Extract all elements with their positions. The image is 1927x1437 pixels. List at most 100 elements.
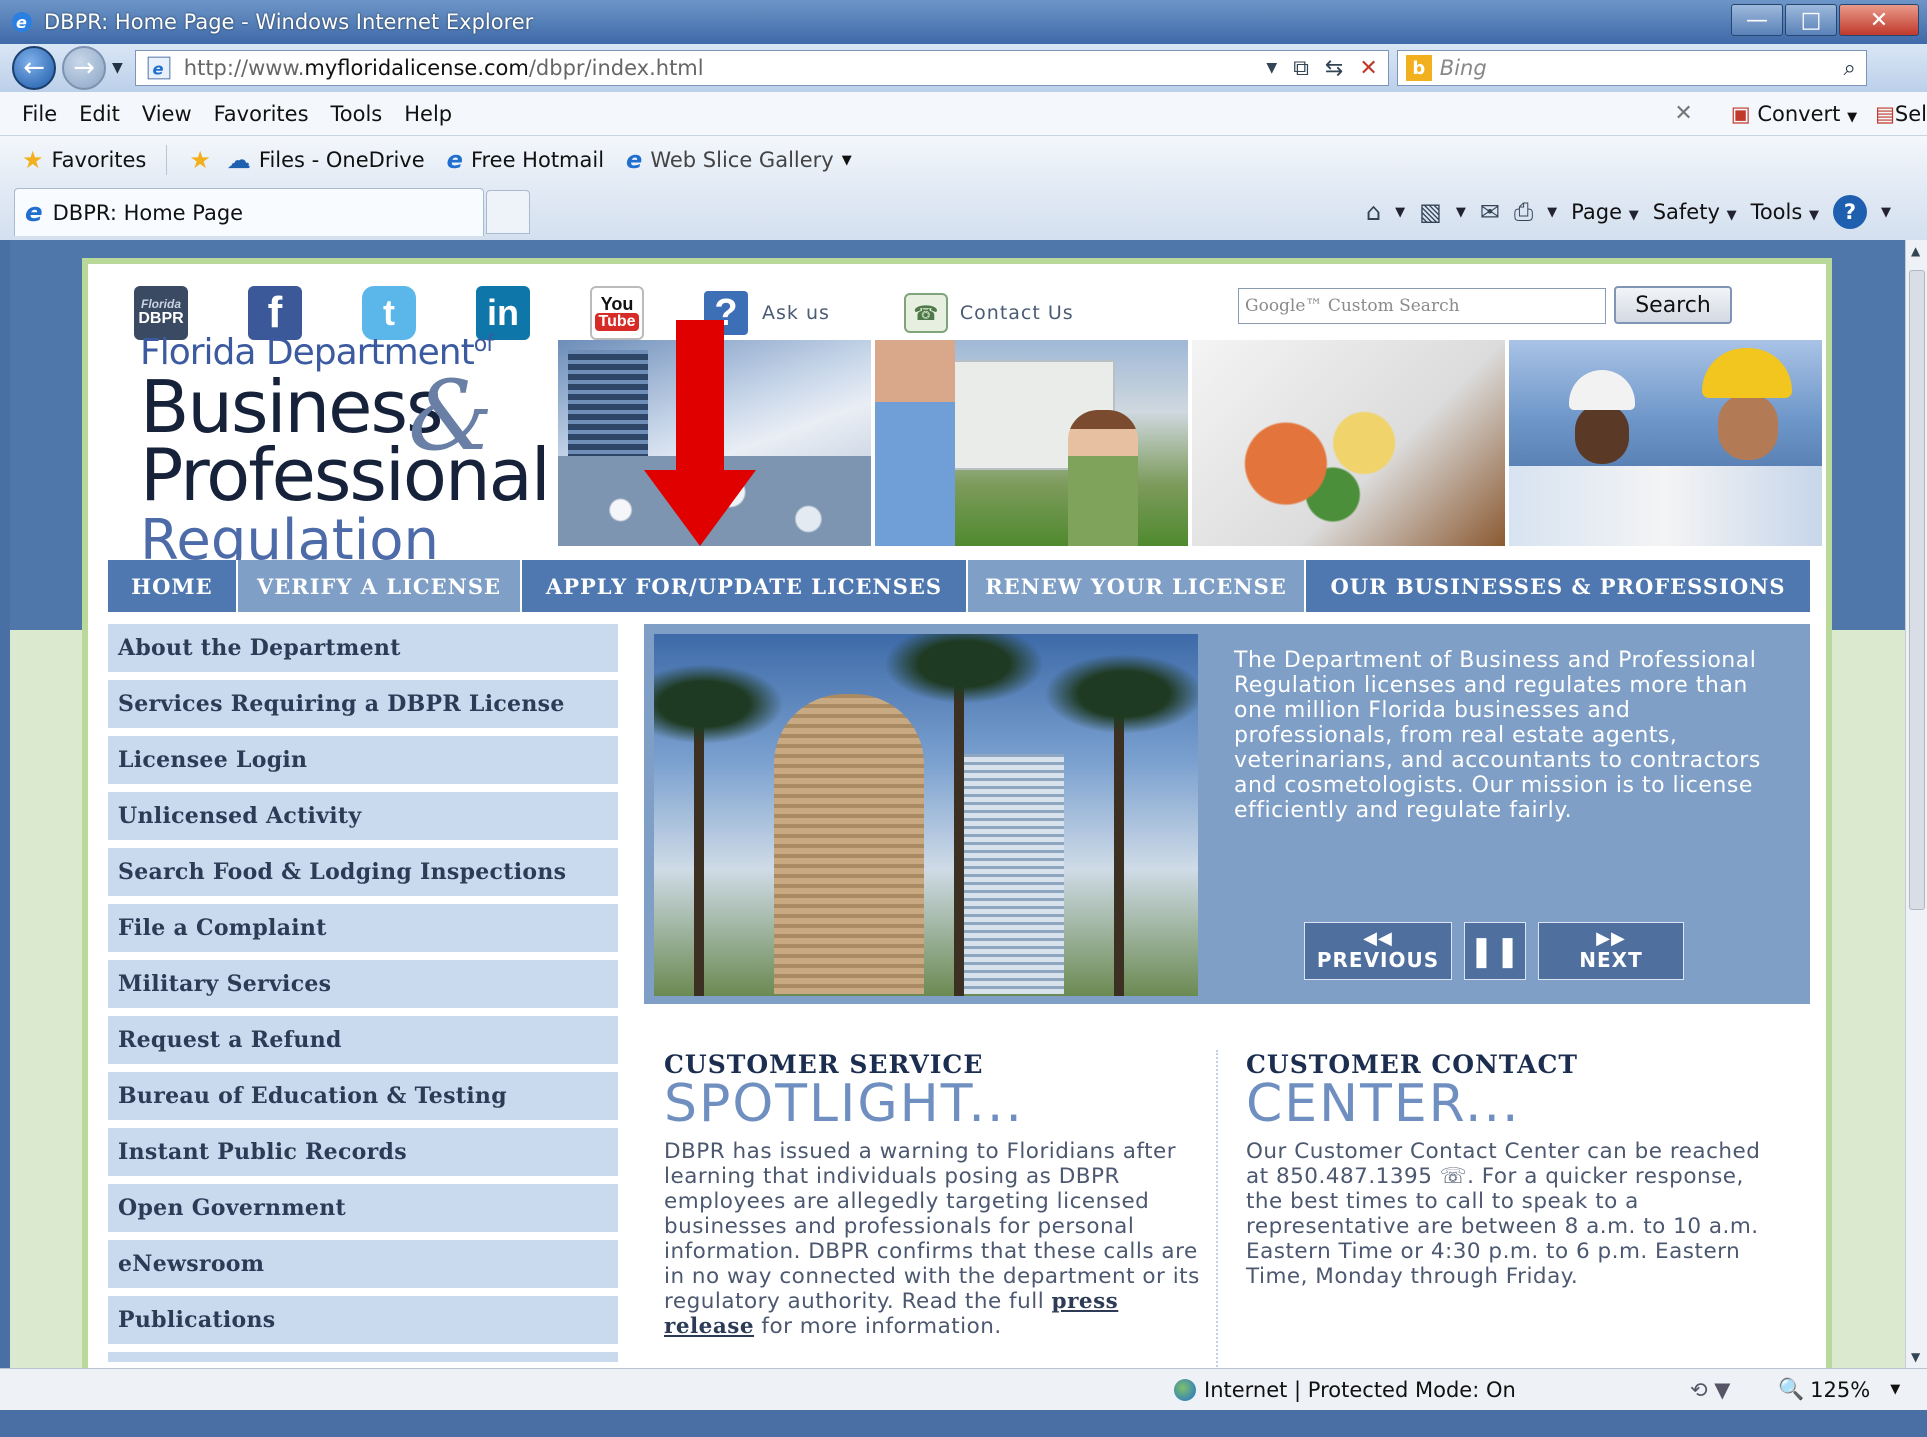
star-icon: ★ bbox=[22, 146, 44, 174]
safety-menu[interactable]: Safety ▼ bbox=[1653, 200, 1737, 224]
next-button[interactable]: ▶▶ NEXT bbox=[1538, 922, 1684, 980]
favorite-hotmail[interactable]: e Free Hotmail bbox=[447, 146, 604, 174]
vertical-scrollbar[interactable]: ▲ ▼ bbox=[1905, 240, 1927, 1368]
security-zone[interactable]: Internet | Protected Mode: On bbox=[1174, 1378, 1516, 1402]
menu-item-partial[interactable] bbox=[108, 1352, 618, 1362]
previous-button[interactable]: ◀◀ PREVIOUS bbox=[1304, 922, 1452, 980]
menu-licensee-login[interactable]: Licensee Login bbox=[108, 736, 618, 784]
url-domain: myfloridalicense.com bbox=[304, 56, 529, 80]
back-button[interactable]: ← bbox=[12, 46, 56, 90]
menu-enewsroom[interactable]: eNewsroom bbox=[108, 1240, 618, 1288]
favorite-onedrive[interactable]: ☁ Files - OneDrive bbox=[227, 146, 425, 174]
menu-instant-public-records[interactable]: Instant Public Records bbox=[108, 1128, 618, 1176]
nav-renew-license[interactable]: RENEW YOUR LICENSE bbox=[968, 560, 1306, 612]
nav-home[interactable]: HOME bbox=[108, 560, 238, 612]
close-toolbar-icon[interactable]: ✕ bbox=[1674, 101, 1692, 126]
menu-help[interactable]: Help bbox=[404, 102, 452, 126]
mail-icon[interactable]: ✉ bbox=[1480, 198, 1500, 226]
menu-food-lodging-inspections[interactable]: Search Food & Lodging Inspections bbox=[108, 848, 618, 896]
dbpr-logo[interactable]: Florida Departmentof Business Profession… bbox=[140, 332, 551, 573]
menu-file-complaint[interactable]: File a Complaint bbox=[108, 904, 618, 952]
address-input[interactable]: e http://www. myfloridalicense.com/dbpr/i… bbox=[134, 50, 1389, 86]
site-search-input[interactable]: Google™ Custom Search bbox=[1238, 288, 1606, 324]
menu-favorites[interactable]: Favorites bbox=[214, 102, 309, 126]
page-icon: e bbox=[147, 56, 171, 80]
feeds-icon[interactable]: ▧ bbox=[1419, 198, 1442, 226]
photo-food-plate bbox=[1192, 340, 1505, 546]
page-menu[interactable]: Page ▼ bbox=[1571, 200, 1639, 224]
scroll-down-icon[interactable]: ▼ bbox=[1911, 1350, 1920, 1364]
nav-verify-license[interactable]: VERIFY A LICENSE bbox=[238, 560, 522, 612]
globe-icon bbox=[1174, 1378, 1196, 1401]
scroll-thumb[interactable] bbox=[1909, 270, 1925, 910]
spotlight-subheading: SPOTLIGHT... bbox=[664, 1074, 1024, 1134]
maximize-button[interactable]: □ bbox=[1785, 4, 1837, 36]
favorites-button[interactable]: ★ Favorites bbox=[22, 146, 146, 174]
status-bar: Internet | Protected Mode: On ⟲ ▼ 🔍 125% ▼ bbox=[0, 1368, 1927, 1410]
menu-unlicensed-activity[interactable]: Unlicensed Activity bbox=[108, 792, 618, 840]
url-prefix: http://www. bbox=[183, 56, 305, 80]
menu-request-refund[interactable]: Request a Refund bbox=[108, 1016, 618, 1064]
refresh-icon[interactable]: ⇆ bbox=[1325, 56, 1343, 81]
pdf-icon: ▤ bbox=[1875, 101, 1895, 126]
forward-button[interactable]: → bbox=[62, 46, 106, 90]
favorite-web-slice[interactable]: e Web Slice Gallery ▼ bbox=[626, 146, 852, 174]
fast-forward-icon: ▶▶ bbox=[1596, 928, 1626, 949]
convert-button[interactable]: ▣ Convert ▼ bbox=[1731, 102, 1857, 126]
rewind-icon: ◀◀ bbox=[1363, 928, 1393, 949]
close-window-button[interactable]: ✕ bbox=[1839, 4, 1919, 36]
minimize-button[interactable]: — bbox=[1731, 4, 1783, 36]
scroll-up-icon[interactable]: ▲ bbox=[1911, 244, 1920, 258]
ie-logo-icon: e bbox=[12, 12, 32, 32]
tab-dbpr-home[interactable]: e DBPR: Home Page bbox=[14, 188, 484, 236]
print-icon[interactable]: ⎙ bbox=[1514, 198, 1533, 226]
menu-bar: File Edit View Favorites Tools Help ✕ ▣ … bbox=[0, 92, 1927, 136]
menu-publications[interactable]: Publications bbox=[108, 1296, 618, 1344]
add-favorites-icon[interactable]: ★ bbox=[189, 146, 219, 174]
ie-icon: e bbox=[25, 197, 43, 228]
bing-logo-icon: b bbox=[1405, 55, 1432, 81]
nav-businesses-professions[interactable]: OUR BUSINESSES & PROFESSIONS bbox=[1306, 560, 1810, 612]
new-tab-button[interactable] bbox=[486, 190, 530, 234]
nav-apply-update-licenses[interactable]: APPLY FOR/UPDATE LICENSES bbox=[522, 560, 968, 612]
window-titlebar: e DBPR: Home Page - Windows Internet Exp… bbox=[0, 0, 1927, 44]
menu-edit[interactable]: Edit bbox=[79, 102, 120, 126]
home-icon[interactable]: ⌂ bbox=[1366, 198, 1381, 226]
menu-file[interactable]: File bbox=[22, 102, 57, 126]
stop-icon[interactable]: ✕ bbox=[1359, 56, 1377, 81]
menu-military-services[interactable]: Military Services bbox=[108, 960, 618, 1008]
contact-us-link[interactable]: Contact Us bbox=[960, 302, 1074, 324]
zoom-control[interactable]: 🔍 125% ▼ bbox=[1778, 1377, 1900, 1402]
compatibility-view-icon[interactable]: ⧉ bbox=[1293, 56, 1309, 81]
menu-open-government[interactable]: Open Government bbox=[108, 1184, 618, 1232]
select-button[interactable]: ▤Sel bbox=[1875, 102, 1927, 126]
menu-view[interactable]: View bbox=[142, 102, 192, 126]
left-menu: About the Department Services Requiring … bbox=[108, 624, 618, 1368]
help-icon[interactable]: ? bbox=[1833, 195, 1867, 229]
tab-bar: e DBPR: Home Page ⌂ ▼ ▧ ▼ ✉ ⎙ ▼ Page ▼ Safet… bbox=[0, 184, 1927, 240]
feature-description: The Department of Business and Professio… bbox=[1234, 648, 1761, 823]
history-dropdown-icon[interactable]: ▼ bbox=[112, 60, 123, 76]
search-icon[interactable]: ⌕ bbox=[1843, 56, 1855, 81]
pause-button[interactable]: ❚❚ bbox=[1464, 922, 1526, 980]
ask-us-link[interactable]: Ask us bbox=[762, 302, 830, 324]
contact-body: Our Customer Contact Center can be reach… bbox=[1246, 1139, 1761, 1289]
web-viewport: Florida DBPR f t in You Tube ? Ask us ☎ Co… bbox=[10, 240, 1905, 1368]
site-search-button[interactable]: Search bbox=[1614, 286, 1732, 324]
ampersand-mark: & bbox=[408, 360, 494, 472]
menu-services-requiring-license[interactable]: Services Requiring a DBPR License bbox=[108, 680, 618, 728]
photo-house-handshake bbox=[875, 340, 1188, 546]
address-dropdown-icon[interactable]: ▼ bbox=[1266, 60, 1277, 76]
customer-contact-center: CUSTOMER CONTACT CENTER... Our Customer … bbox=[1246, 1050, 1786, 1289]
menu-about-department[interactable]: About the Department bbox=[108, 624, 618, 672]
tools-menu[interactable]: Tools ▼ bbox=[1751, 200, 1819, 224]
menu-bureau-education-testing[interactable]: Bureau of Education & Testing bbox=[108, 1072, 618, 1120]
phone-icon[interactable]: ☎ bbox=[903, 293, 948, 333]
youtube-icon[interactable]: You Tube bbox=[590, 286, 644, 340]
favorites-bar: ★ Favorites ★ ☁ Files - OneDrive e Free Hot… bbox=[0, 136, 1927, 184]
search-box[interactable]: b Bing ⌕ bbox=[1396, 50, 1867, 86]
menu-tools[interactable]: Tools bbox=[331, 102, 383, 126]
protected-mode-icon[interactable]: ⟲ ▼ bbox=[1690, 1378, 1730, 1402]
spotlight-body: DBPR has issued a warning to Floridians … bbox=[664, 1139, 1200, 1339]
svg-text:e: e bbox=[152, 60, 163, 79]
